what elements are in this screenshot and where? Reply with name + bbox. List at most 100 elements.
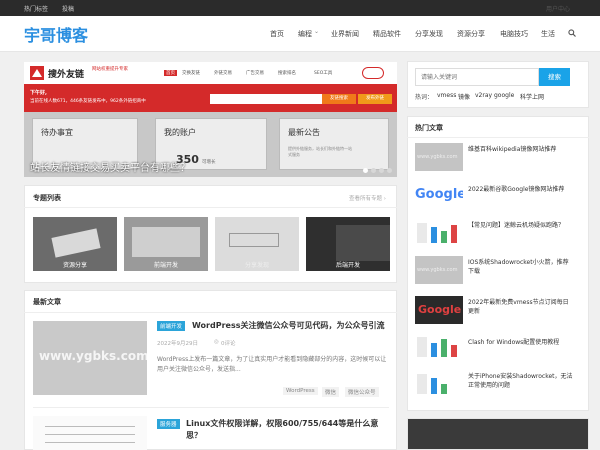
chart-thumbnail-icon bbox=[417, 374, 447, 394]
hot-words-label: 热词： bbox=[415, 94, 434, 101]
topbar-user-center[interactable]: 用户中心 bbox=[546, 4, 570, 13]
hot-word-link[interactable]: v2ray bbox=[475, 92, 492, 99]
article-thumbnail[interactable] bbox=[33, 416, 147, 450]
divider bbox=[24, 207, 397, 208]
banner-tab: SEO工具 bbox=[314, 71, 333, 76]
banner-caption[interactable]: 站长友情链接交易买卖平台有哪些？ bbox=[30, 159, 190, 174]
hot-article-thumbnail: www.ygbks.com bbox=[415, 143, 463, 171]
article-excerpt: WordPress上发布一篇文章，为了让真实用户才能看到隐藏部分的内容，这时候可… bbox=[157, 356, 387, 373]
hot-article-item[interactable]: www.ygbks.com IOS系统Shadowrocket小火箭，推荐下载 bbox=[415, 256, 580, 298]
topic-label: 资源分享 bbox=[62, 262, 87, 269]
banner-login-badge bbox=[362, 67, 384, 79]
nav-item-life[interactable]: 生活 bbox=[541, 29, 555, 39]
banner-search-box bbox=[210, 94, 322, 104]
topic-image-discover bbox=[229, 233, 279, 247]
nav-item-discover[interactable]: 分享发现 bbox=[415, 29, 443, 39]
nav-item-resources[interactable]: 资源分享 bbox=[457, 29, 485, 39]
topic-label: 前端开发 bbox=[153, 262, 178, 269]
hot-word-link[interactable]: 镜像 bbox=[458, 92, 470, 101]
hot-article-thumbnail: www.ygbks.com bbox=[415, 256, 463, 284]
topic-tile-backend[interactable]: 后端开发 bbox=[306, 217, 390, 271]
chart-thumbnail-icon bbox=[417, 337, 457, 357]
slider-dot[interactable] bbox=[387, 168, 392, 173]
thumbnail-watermark: www.ygbks.com bbox=[417, 154, 458, 160]
hot-article-item[interactable]: Clash for Windows配置使用教程 bbox=[415, 333, 580, 375]
slider-dot[interactable] bbox=[379, 168, 384, 173]
nav-item-industry-news[interactable]: 业界新闻 bbox=[331, 29, 359, 39]
article-tag[interactable]: WordPress bbox=[283, 387, 318, 395]
banner-stats: 当前在线人数671，446条友链发布中，962条外链招商中 bbox=[30, 99, 146, 104]
topbar-link-submit[interactable]: 投稿 bbox=[62, 4, 74, 13]
brand-logo-icon bbox=[30, 66, 44, 80]
article-tag[interactable]: 微信 bbox=[322, 387, 340, 397]
topic-image-frontend bbox=[132, 227, 200, 257]
sidebar-image-card[interactable] bbox=[407, 418, 589, 450]
diagram-line bbox=[45, 426, 135, 427]
banner-notice-text: 提供外链服务，站长们和外链特一站式服务 bbox=[288, 146, 352, 157]
hot-article-thumbnail bbox=[415, 333, 463, 361]
article-category-tag[interactable]: 服务器 bbox=[157, 419, 180, 429]
divider bbox=[33, 407, 389, 408]
google-logo: Google bbox=[415, 187, 463, 202]
divider bbox=[24, 312, 397, 313]
search-button[interactable]: 搜索 bbox=[539, 68, 570, 86]
nav-item-software[interactable]: 精品软件 bbox=[373, 29, 401, 39]
topic-tile-frontend[interactable]: 前端开发 bbox=[124, 217, 208, 271]
google-logo: Google bbox=[418, 303, 462, 316]
hot-word-link[interactable]: vmess bbox=[437, 92, 456, 99]
site-logo[interactable]: 宇哥博客 bbox=[24, 22, 88, 46]
article-thumbnail[interactable]: www.ygbks.com bbox=[33, 321, 147, 395]
nav-item-home[interactable]: 首页 bbox=[270, 29, 284, 39]
article-title[interactable]: WordPress关注微信公众号可见代码，为公众号引流 bbox=[192, 320, 384, 331]
banner-site-header: 搜外友链 网站权重提升专家 首页 交换友链 外链交易 广告交易 搜索排名 SEO… bbox=[24, 62, 397, 84]
hot-article-title: 2022最新谷歌Google镜像网站推荐 bbox=[468, 186, 565, 193]
topbar-link-tags[interactable]: 热门标签 bbox=[24, 4, 48, 13]
hot-article-thumbnail: Google bbox=[415, 296, 463, 324]
nav-item-pc-tips[interactable]: 电脑技巧 bbox=[500, 29, 528, 39]
topic-label: 后端开发 bbox=[335, 262, 360, 269]
slider-dot[interactable] bbox=[363, 168, 368, 173]
top-bar: 热门标签 投稿 用户中心 bbox=[0, 0, 600, 16]
hot-article-item[interactable]: 【常见问题】迷鲸云机场疑似跑路？ bbox=[415, 219, 580, 261]
topic-image-backend bbox=[336, 225, 390, 261]
divider bbox=[407, 137, 589, 138]
banner-tab: 交换友链 bbox=[182, 71, 200, 76]
latest-title: 最新文章 bbox=[33, 298, 61, 306]
article-category-tag[interactable]: 前端开发 bbox=[157, 321, 186, 331]
hot-article-title: 维基百科wikipedia镜像网站推荐 bbox=[468, 146, 557, 153]
banner-amount-unit: 可增长 bbox=[202, 160, 216, 165]
banner-brand-name: 搜外友链 bbox=[48, 70, 85, 80]
site-header: 宇哥博客 首页 编程 ⌄ 业界新闻 精品软件 分享发现 资源分享 电脑技巧 生活 bbox=[0, 16, 600, 52]
hot-article-thumbnail bbox=[415, 219, 463, 247]
article-tag[interactable]: 微信公众号 bbox=[345, 387, 379, 397]
topics-more-link[interactable]: 查看所有专题 › bbox=[349, 194, 386, 202]
chart-thumbnail-icon bbox=[417, 223, 457, 243]
slider-dot[interactable] bbox=[371, 168, 376, 173]
banner-brand-sub: 网站权重提升专家 bbox=[92, 67, 128, 72]
thumbnail-watermark: www.ygbks.com bbox=[417, 267, 458, 273]
hot-article-title: Clash for Windows配置使用教程 bbox=[468, 339, 560, 346]
topic-tile-resources[interactable]: 资源分享 bbox=[33, 217, 117, 271]
banner-box-title: 待办事宜 bbox=[41, 128, 73, 137]
hot-word-link[interactable]: 科学上网 bbox=[520, 92, 544, 101]
hot-word-link[interactable]: google bbox=[494, 92, 514, 99]
hot-article-item[interactable]: Google 2022年最新免费vmess节点订阅每日更新 bbox=[415, 296, 580, 338]
banner-publish-button: 发布外链 bbox=[358, 94, 392, 104]
banner-welcome: 下午好, bbox=[30, 90, 47, 96]
article-title[interactable]: Linux文件权限详解，权限600/755/644等是什么意思？ bbox=[186, 418, 391, 442]
banner-search-button: 友链搜索 bbox=[322, 94, 356, 104]
diagram-line bbox=[45, 434, 135, 435]
banner-tab: 搜索排名 bbox=[278, 71, 296, 76]
hot-articles-title: 热门文章 bbox=[415, 124, 443, 132]
chevron-down-icon: ⌄ bbox=[314, 28, 320, 35]
hot-article-item[interactable]: www.ygbks.com 维基百科wikipedia镜像网站推荐 bbox=[415, 143, 580, 185]
hot-article-item[interactable]: 关于iPhone安装Shadowrocket，无法正常使用的问题 bbox=[415, 370, 580, 412]
search-icon[interactable] bbox=[568, 29, 576, 37]
nav-item-programming[interactable]: 编程 bbox=[298, 29, 312, 39]
topic-tile-discover[interactable]: 分享发现 bbox=[215, 217, 299, 271]
search-input[interactable] bbox=[415, 68, 539, 86]
featured-banner[interactable]: 搜外友链 网站权重提升专家 首页 交换友链 外链交易 广告交易 搜索排名 SEO… bbox=[24, 62, 397, 177]
comment-icon: ◎ bbox=[214, 339, 219, 345]
hot-article-title: 【常见问题】迷鲸云机场疑似跑路？ bbox=[468, 222, 565, 229]
diagram-line bbox=[45, 442, 135, 443]
